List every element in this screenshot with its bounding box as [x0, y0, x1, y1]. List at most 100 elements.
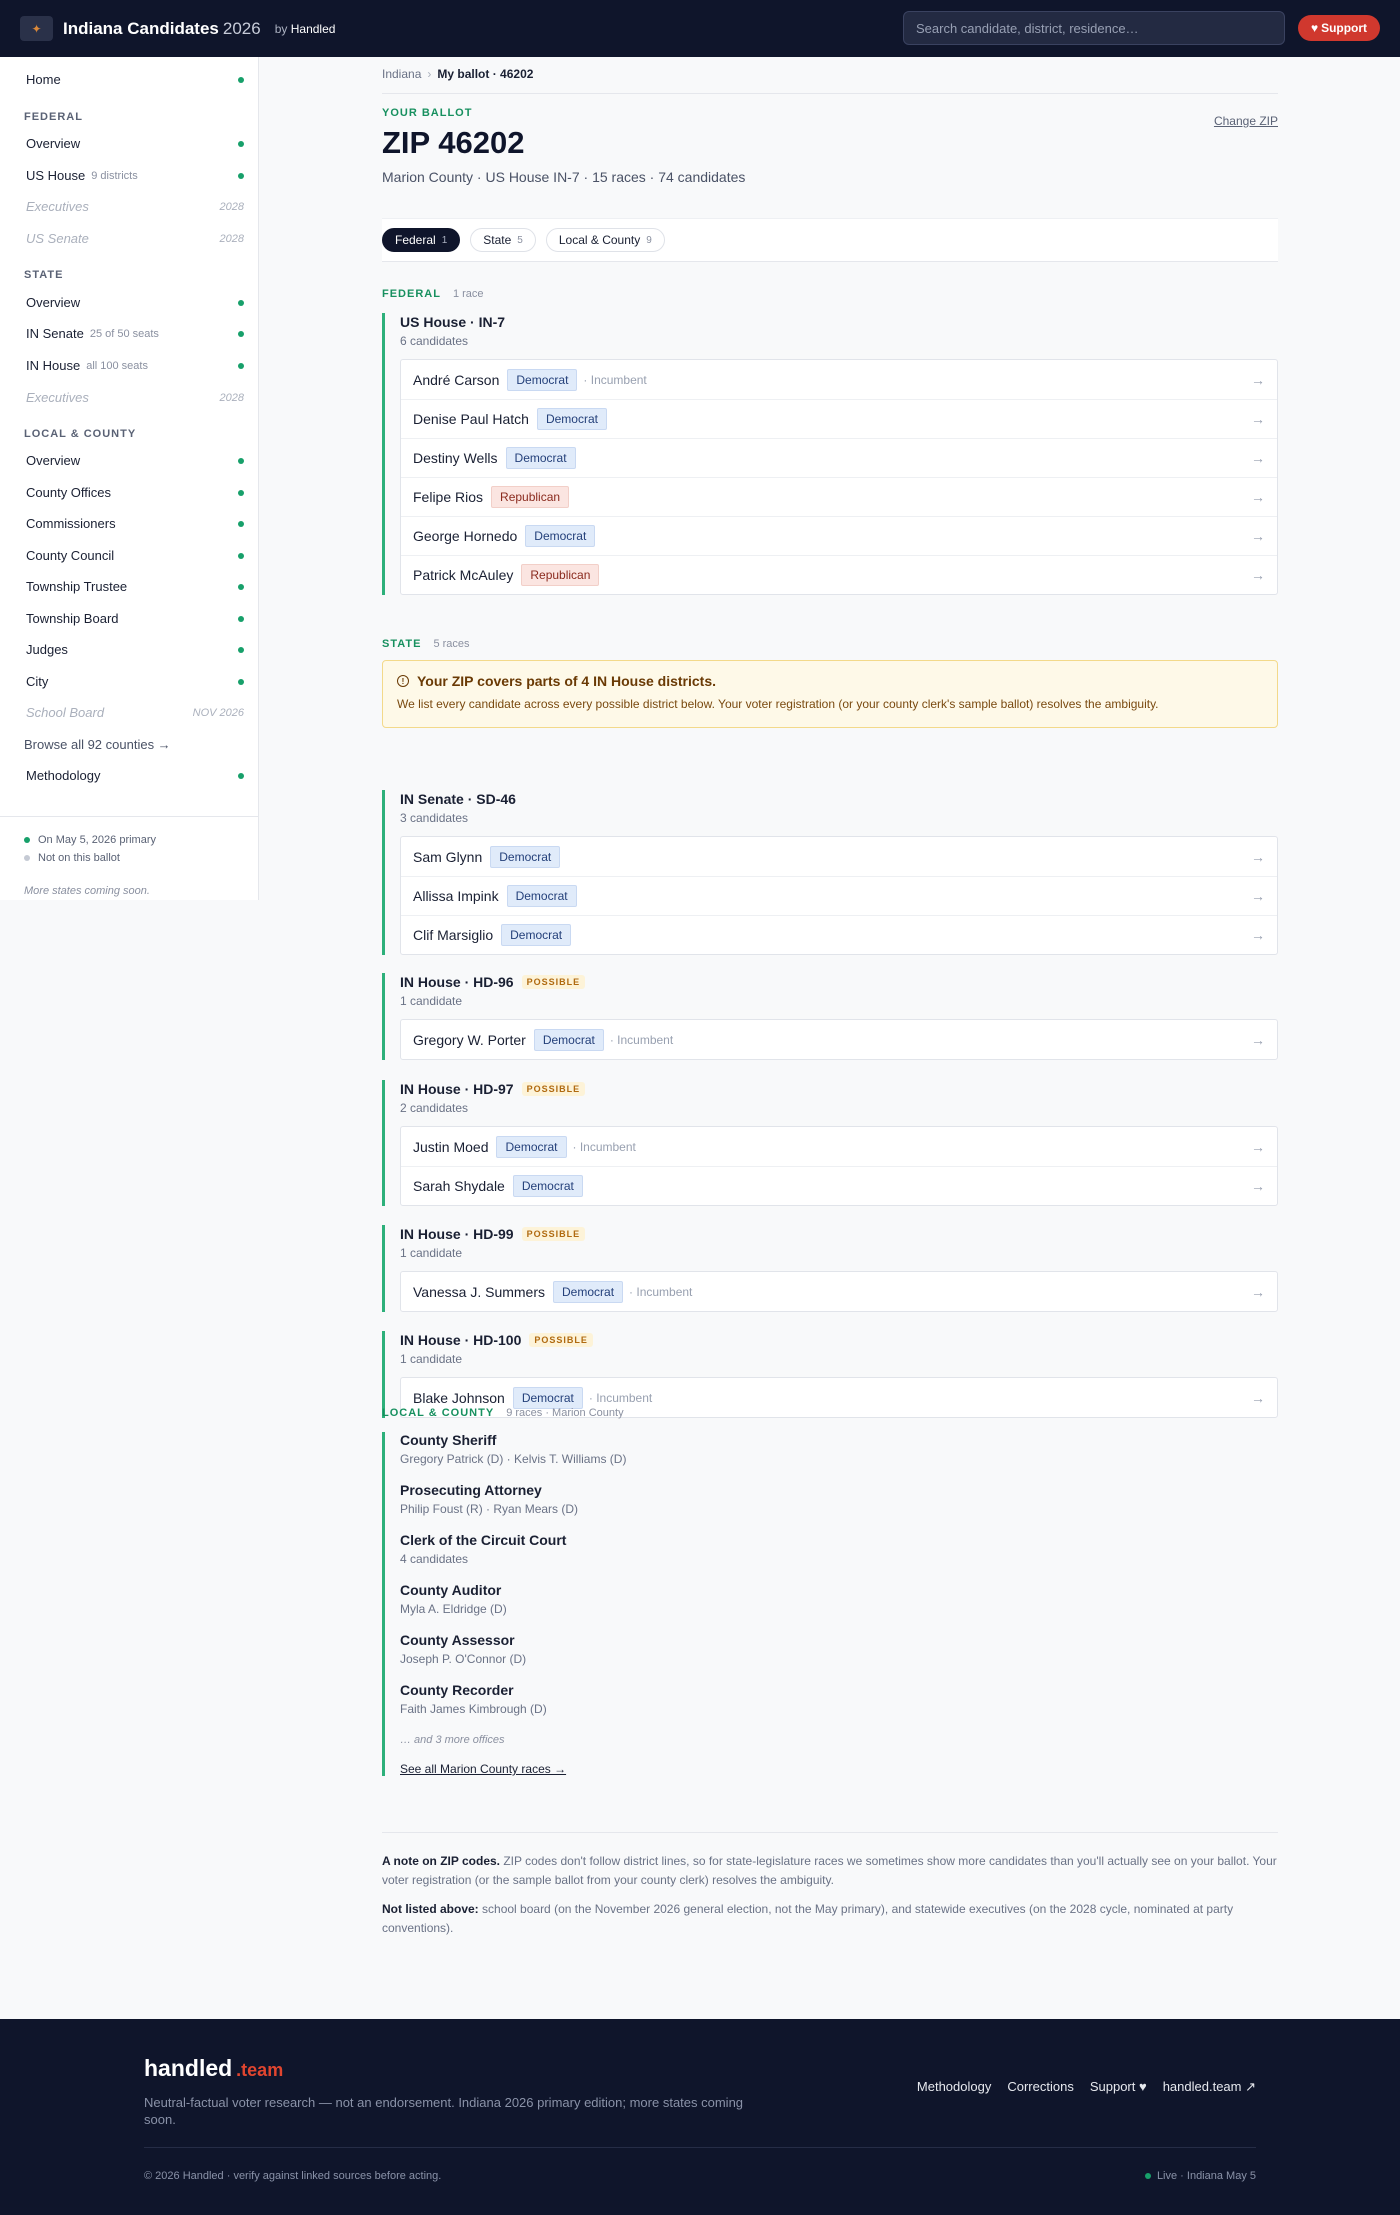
status-dot [238, 520, 244, 527]
candidate-name: Gregory W. Porter [413, 1031, 526, 1048]
race-title: US House · IN-7 [400, 314, 506, 330]
footer-brand[interactable]: handled .team [144, 2055, 283, 2082]
possible-badge: POSSIBLE [521, 975, 586, 989]
status-dot [238, 646, 244, 653]
incumbent-label: · Incumbent [629, 1284, 693, 1299]
race-count: 1 candidate [400, 1246, 463, 1260]
race-title: IN House · HD-96 POSSIBLE [400, 973, 1278, 991]
footer-link-handled-team[interactable]: handled.team ↗ [1163, 2079, 1256, 2095]
tab-local-county[interactable]: Local & County 9 [545, 228, 665, 252]
local-race-item[interactable]: County Sheriff Gregory Patrick (D) · Kelv… [400, 1432, 1278, 1482]
footer-link-support[interactable]: Support ♥ [1090, 2079, 1147, 2095]
race-count: 3 candidates [400, 811, 469, 825]
status-dot [238, 678, 244, 685]
race-count: 2 candidates [400, 1101, 469, 1115]
arrow-right-icon: → [1251, 450, 1265, 466]
candidate-row[interactable]: Clif Marsiglio Democrat → [401, 915, 1277, 954]
support-button[interactable]: ♥ Support [1298, 15, 1380, 41]
sidebar-item-local-overview[interactable]: Overview [26, 453, 244, 468]
candidate-row[interactable]: Destiny Wells Democrat → [401, 438, 1277, 477]
breadcrumb-indiana[interactable]: Indiana [382, 67, 421, 81]
arrow-right-icon: → [1251, 848, 1265, 865]
footer-link-corrections[interactable]: Corrections [1007, 2079, 1073, 2095]
breadcrumb-current: My ballot · 46202 [437, 67, 534, 81]
incumbent-label: · Incumbent [583, 372, 647, 387]
party-badge: Democrat [505, 447, 576, 469]
arrow-right-icon: → [1251, 1031, 1265, 1048]
sidebar-item-in-senate[interactable]: IN Senate 25 of 50 seats [26, 326, 244, 341]
sidebar-item-township-board[interactable]: Township Board [26, 611, 244, 626]
arrow-right-icon: → [1251, 1138, 1265, 1155]
candidate-row[interactable]: Denise Paul Hatch Democrat → [401, 399, 1277, 438]
race-title: IN House · HD-99 POSSIBLE [400, 1225, 1278, 1243]
local-races: County Sheriff Gregory Patrick (D) · Kelv… [382, 1432, 1278, 1776]
candidate-row[interactable]: Justin Moed Democrat · Incumbent → [401, 1127, 1277, 1166]
race-block: IN House · HD-99 POSSIBLE 1 candidate Vanes… [382, 1225, 1278, 1312]
candidate-row[interactable]: George Hornedo Democrat → [401, 516, 1277, 555]
footer-copyright: © 2026 Handled · verify against linked s… [144, 2170, 442, 2182]
footer-link-methodology[interactable]: Methodology [917, 2079, 991, 2095]
status-dot [238, 772, 244, 779]
tab-state[interactable]: State 5 [470, 228, 536, 252]
status-dot [238, 489, 244, 496]
local-race-title: County Sheriff [400, 1432, 497, 1448]
local-race-item[interactable]: Clerk of the Circuit Court 4 candidates [400, 1532, 1278, 1582]
candidate-row[interactable]: Sarah Shydale Democrat → [401, 1166, 1277, 1205]
race-count: 1 candidate [400, 1352, 463, 1366]
sidebar-item-federal-executives[interactable]: Executives 2028 [26, 199, 244, 214]
status-dot [238, 615, 244, 622]
candidate-row[interactable]: Patrick McAuley Republican → [401, 555, 1277, 594]
sidebar-item-judges[interactable]: Judges [26, 642, 244, 657]
candidate-row[interactable]: Felipe Rios Republican → [401, 477, 1277, 516]
candidate-list: Gregory W. Porter Democrat · Incumbent → [400, 1019, 1278, 1060]
race-us-house-in7: US House · IN-7 6 candidates André Carso… [382, 313, 1278, 595]
change-zip-link[interactable]: Change ZIP [1214, 114, 1278, 128]
candidate-list: Justin Moed Democrat · Incumbent → Sarah Shy… [400, 1126, 1278, 1206]
brand-title[interactable]: Indiana Candidates 2026 [63, 19, 261, 39]
sidebar-item-county-council[interactable]: County Council [26, 548, 244, 563]
sidebar-section-state: STATE [24, 269, 64, 281]
sidebar-item-us-senate[interactable]: US Senate 2028 [26, 231, 244, 246]
sidebar-item-federal-overview[interactable]: Overview [26, 136, 244, 151]
search-input[interactable] [903, 11, 1285, 45]
logo-icon[interactable]: ✦ [20, 16, 53, 41]
browse-counties-link[interactable]: Browse all 92 counties → [24, 737, 171, 752]
sidebar-item-city[interactable]: City [26, 674, 244, 689]
sidebar-item-school-board[interactable]: School Board NOV 2026 [26, 705, 244, 720]
candidate-row[interactable]: Vanessa J. Summers Democrat · Incumbent → [401, 1272, 1277, 1311]
candidate-name: Blake Johnson [413, 1389, 505, 1406]
local-race-item[interactable]: County Auditor Myla A. Eldridge (D) [400, 1582, 1278, 1632]
info-icon: ! [397, 675, 409, 687]
sidebar-item-county-offices[interactable]: County Offices [26, 485, 244, 500]
candidate-row[interactable]: Gregory W. Porter Democrat · Incumbent → [401, 1020, 1277, 1059]
party-badge: Democrat [512, 1175, 583, 1197]
sidebar-item-commissioners[interactable]: Commissioners [26, 516, 244, 531]
zip-ambiguity-alert: ! Your ZIP covers parts of 4 IN House dis… [382, 660, 1278, 728]
breadcrumb-divider [382, 93, 1278, 94]
sidebar-item-township-trustee[interactable]: Township Trustee [26, 579, 244, 594]
sidebar-item-us-house[interactable]: US House 9 districts [26, 168, 244, 183]
local-race-item[interactable]: Prosecuting Attorney Philip Foust (R) · R… [400, 1482, 1278, 1532]
local-race-candidates: Myla A. Eldridge (D) [400, 1602, 507, 1616]
candidate-list: André Carson Democrat · Incumbent → Denise P… [400, 359, 1278, 595]
candidate-name: Felipe Rios [413, 489, 484, 505]
local-race-candidates: Faith James Kimbrough (D) [400, 1702, 547, 1716]
sidebar-item-state-executives[interactable]: Executives 2028 [26, 390, 244, 405]
sidebar: Home FEDERAL Overview US House 9 district… [0, 57, 259, 900]
local-race-item[interactable]: County Recorder Faith James Kimbrough (D) [400, 1682, 1278, 1732]
sidebar-item-in-house[interactable]: IN House all 100 seats [26, 358, 244, 373]
tab-federal[interactable]: Federal 1 [382, 228, 461, 252]
legend-not-on-ballot: Not on this ballot [24, 852, 120, 864]
sidebar-item-methodology[interactable]: Methodology [26, 768, 244, 783]
legend-dot-inactive [24, 855, 30, 861]
local-race-item[interactable]: County Assessor Joseph P. O'Connor (D) [400, 1632, 1278, 1682]
see-all-county-races-link[interactable]: See all Marion County races → [400, 1762, 1278, 1776]
sidebar-item-state-overview[interactable]: Overview [26, 295, 244, 310]
candidate-row[interactable]: Sam Glynn Democrat → [401, 837, 1277, 876]
zip-note: A note on ZIP codes. ZIP codes don't fol… [382, 1854, 1277, 1887]
candidate-row[interactable]: André Carson Democrat · Incumbent → [401, 360, 1277, 399]
sidebar-section-federal: FEDERAL [24, 111, 83, 123]
party-badge: Democrat [501, 924, 572, 946]
candidate-row[interactable]: Allissa Impink Democrat → [401, 876, 1277, 915]
sidebar-item-home[interactable]: Home [26, 72, 244, 87]
